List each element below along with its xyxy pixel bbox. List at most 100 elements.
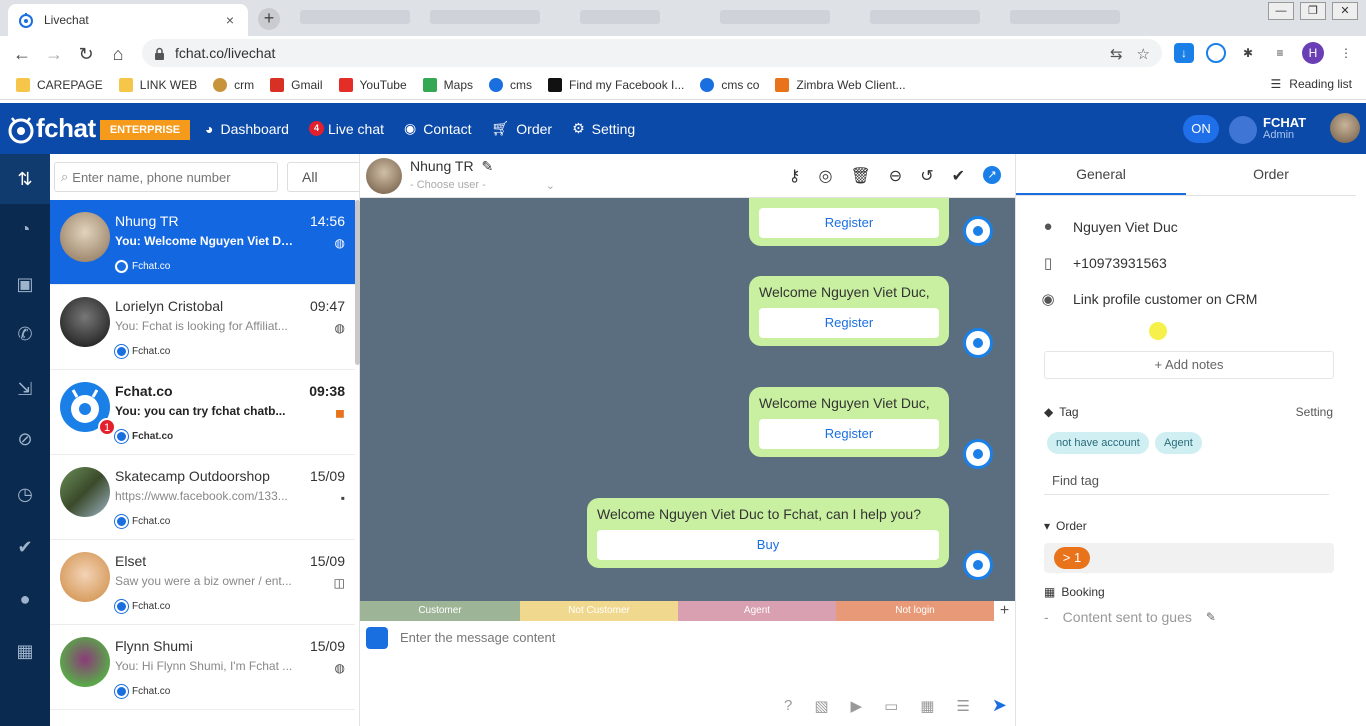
help-icon[interactable]: ?: [784, 697, 792, 714]
browser-tab-blurred[interactable]: [580, 10, 660, 24]
check-icon[interactable]: ✔: [0, 522, 50, 572]
online-status-toggle[interactable]: ON: [1183, 115, 1219, 143]
template-icon[interactable]: ▭: [884, 697, 898, 715]
messenger-filter-icon[interactable]: ◔: [0, 204, 50, 254]
bookmark-carepage[interactable]: CAREPAGE: [16, 77, 103, 92]
fchat-logo[interactable]: fchat: [6, 113, 96, 144]
hidden-eye-icon[interactable]: ⊘: [0, 414, 50, 464]
legend-not-customer[interactable]: Not Customer: [520, 601, 678, 621]
legend-customer[interactable]: Customer: [360, 601, 520, 621]
home-icon[interactable]: ⌂: [106, 42, 130, 66]
phone-filter-icon[interactable]: ✆: [0, 309, 50, 359]
address-bar[interactable]: fchat.co/livechat ⇆ ☆: [142, 39, 1162, 67]
conversation-item[interactable]: 1 Fchat.co 09:38 You: you can try fchat …: [50, 370, 355, 455]
tag-chip[interactable]: not have account: [1047, 432, 1149, 454]
download-extension-icon[interactable]: ↓: [1174, 43, 1194, 63]
bookmark-cms-co[interactable]: cms co: [700, 77, 759, 92]
conversation-item[interactable]: Skatecamp Outdoorshop 15/09 https://www.…: [50, 455, 355, 540]
tag-setting-link[interactable]: Setting: [1296, 405, 1333, 419]
order-summary[interactable]: > 1: [1044, 543, 1334, 573]
extension-circle-icon[interactable]: [1206, 43, 1226, 63]
order-count-badge[interactable]: > 1: [1054, 547, 1090, 569]
calendar-icon[interactable]: ▦: [0, 626, 50, 676]
table-icon[interactable]: ▦: [920, 697, 934, 715]
back-icon[interactable]: ←: [10, 42, 34, 66]
bookmark-youtube[interactable]: YouTube: [338, 77, 407, 92]
customer-phone[interactable]: +10973931563: [1073, 255, 1167, 271]
sort-az-icon[interactable]: ⇅: [0, 154, 50, 204]
minimize-button[interactable]: —: [1268, 2, 1294, 20]
puzzle-extensions-icon[interactable]: ✱: [1238, 43, 1258, 63]
send-icon[interactable]: ➤: [992, 695, 1007, 716]
exit-door-icon[interactable]: ⇲: [0, 364, 50, 414]
key-icon[interactable]: ⚷: [789, 166, 801, 186]
legend-agent[interactable]: Agent: [678, 601, 836, 621]
conversation-item[interactable]: Elset 15/09 Saw you were a biz owner / e…: [50, 540, 355, 625]
register-button[interactable]: Register: [759, 208, 939, 238]
legend-not-login[interactable]: Not login: [836, 601, 994, 621]
account-info[interactable]: FCHAT Admin: [1263, 116, 1306, 142]
translate-icon[interactable]: ⇆: [1110, 45, 1123, 63]
search-box[interactable]: ⌕: [54, 162, 278, 192]
browser-tab-blurred[interactable]: [430, 10, 540, 24]
reload-icon[interactable]: ↻: [74, 42, 98, 66]
trash-icon[interactable]: 🗑︎: [850, 166, 870, 186]
nav-order[interactable]: 🛒︎ Order: [491, 120, 552, 137]
restore-button[interactable]: ❐: [1300, 2, 1326, 20]
browser-tab-blurred[interactable]: [1010, 10, 1120, 24]
media-control-icon[interactable]: ≡: [1270, 43, 1290, 63]
history-icon[interactable]: ↺: [920, 166, 933, 186]
nav-contact[interactable]: ◉ Contact: [404, 120, 471, 137]
play-icon[interactable]: ▶: [851, 697, 863, 715]
conversation-item[interactable]: Flynn Shumi 15/09 You: Hi Flynn Shumi, I…: [50, 625, 355, 710]
browser-menu-icon[interactable]: ⋮: [1336, 43, 1356, 63]
browser-tab-blurred[interactable]: [300, 10, 410, 24]
tab-order[interactable]: Order: [1186, 154, 1356, 195]
tab-general[interactable]: General: [1016, 154, 1186, 195]
bookmark-star-icon[interactable]: ☆: [1137, 45, 1150, 63]
image-icon[interactable]: ▧: [814, 697, 828, 715]
browser-tab-livechat[interactable]: Livechat ×: [8, 4, 248, 36]
buy-button[interactable]: Buy: [597, 530, 939, 560]
tag-chip[interactable]: Agent: [1155, 432, 1202, 454]
bookmark-link-web[interactable]: LINK WEB: [118, 77, 197, 92]
new-tab-button[interactable]: +: [258, 8, 280, 30]
comments-filter-icon[interactable]: ▣: [0, 259, 50, 309]
register-button[interactable]: Register: [759, 419, 939, 449]
browser-tab-blurred[interactable]: [870, 10, 980, 24]
list-icon[interactable]: ☰: [956, 697, 969, 715]
clock-icon[interactable]: ◷: [0, 469, 50, 519]
find-tag-input[interactable]: Find tag: [1044, 469, 1329, 495]
bookmark-maps[interactable]: Maps: [422, 77, 473, 92]
edit-icon[interactable]: ✎: [1206, 610, 1216, 624]
nav-live-chat[interactable]: 4 Live chat: [308, 121, 384, 137]
paperclip-icon[interactable]: ✎: [481, 158, 493, 174]
bookmark-find-facebook[interactable]: Find my Facebook I...: [548, 77, 684, 92]
conversation-item[interactable]: Lorielyn Cristobal 09:47 You: Fchat is l…: [50, 285, 355, 370]
block-icon[interactable]: ⊖: [889, 166, 902, 186]
register-button[interactable]: Register: [759, 308, 939, 338]
conversation-item[interactable]: Nhung TR 14:56 You: Welcome Nguyen Viet …: [50, 200, 355, 285]
browser-tab-blurred[interactable]: [720, 10, 830, 24]
user-icon[interactable]: ●: [0, 574, 50, 624]
reading-list-button[interactable]: ☰ Reading list: [1271, 77, 1352, 91]
user-avatar[interactable]: [1330, 113, 1360, 143]
bookmark-crm[interactable]: crm: [213, 77, 254, 92]
booking-content-input[interactable]: Content sent to gues: [1063, 609, 1192, 625]
forward-icon[interactable]: →: [42, 42, 66, 66]
crm-profile-link[interactable]: Link profile customer on CRM: [1073, 291, 1257, 307]
bookmark-gmail[interactable]: Gmail: [270, 77, 323, 92]
choose-user-select[interactable]: - Choose user - ⌄: [410, 179, 555, 192]
search-input[interactable]: [72, 169, 263, 185]
tab-close-icon[interactable]: ×: [222, 12, 238, 28]
add-notes-button[interactable]: + Add notes: [1044, 351, 1334, 379]
customer-name[interactable]: Nguyen Viet Duc: [1073, 219, 1178, 235]
bookmark-zimbra[interactable]: Zimbra Web Client...: [775, 77, 906, 92]
nav-setting[interactable]: ⚙ Setting: [572, 120, 635, 137]
transfer-icon[interactable]: ↗: [983, 166, 1001, 184]
message-input[interactable]: Enter the message content: [400, 630, 555, 645]
fchat-bot-icon[interactable]: [366, 627, 388, 649]
store-icon[interactable]: [1229, 116, 1257, 144]
hide-eye-icon[interactable]: ◎: [819, 166, 833, 186]
check-icon[interactable]: ✔: [952, 166, 965, 186]
